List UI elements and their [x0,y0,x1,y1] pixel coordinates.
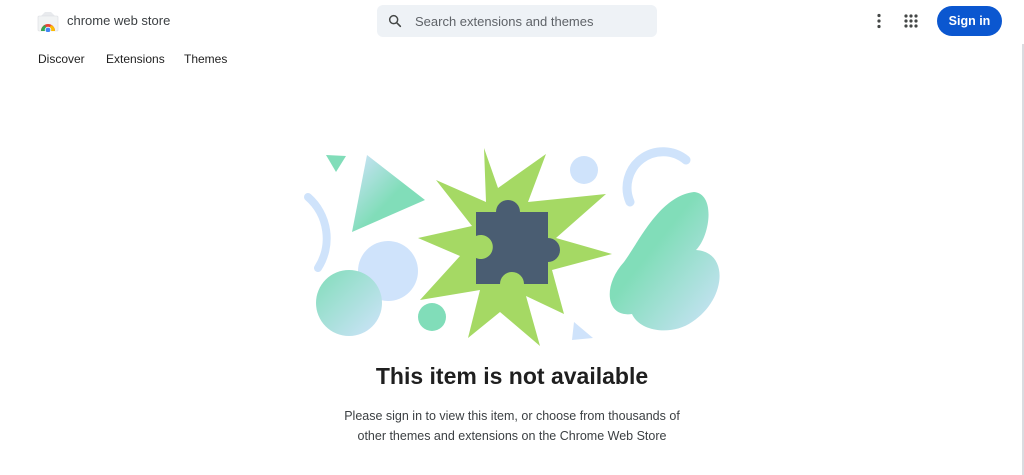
nav-extensions[interactable]: Extensions [106,52,165,66]
sign-in-button[interactable]: Sign in [937,6,1002,36]
top-blue-circle-shape [570,156,598,184]
gradient-circle-shape [316,270,382,336]
store-name[interactable]: chrome web store [67,13,170,28]
nav-themes[interactable]: Themes [184,52,227,66]
not-available-illustration [304,147,720,346]
green-blob-shape [609,192,720,331]
small-green-circle-shape [418,303,446,331]
left-arc-shape [304,193,331,272]
nav-discover[interactable]: Discover [38,52,85,66]
right-arc-shape [622,147,691,207]
message-line-1: Please sign in to view this item, or cho… [344,409,680,423]
apps-grid-icon[interactable] [900,10,922,32]
large-triangle-shape [352,155,425,232]
page-title: This item is not available [375,363,649,389]
chrome-web-store-logo-icon[interactable] [37,10,59,32]
search-box[interactable] [377,5,657,37]
message-line-2: other themes and extensions on the Chrom… [357,429,667,443]
small-blue-triangle-shape [572,322,593,340]
search-icon [388,14,402,28]
small-triangle-shape [326,155,346,172]
top-bar: chrome web store Sign in [0,0,1024,42]
search-input[interactable] [415,5,651,37]
more-vert-icon[interactable] [868,10,890,32]
